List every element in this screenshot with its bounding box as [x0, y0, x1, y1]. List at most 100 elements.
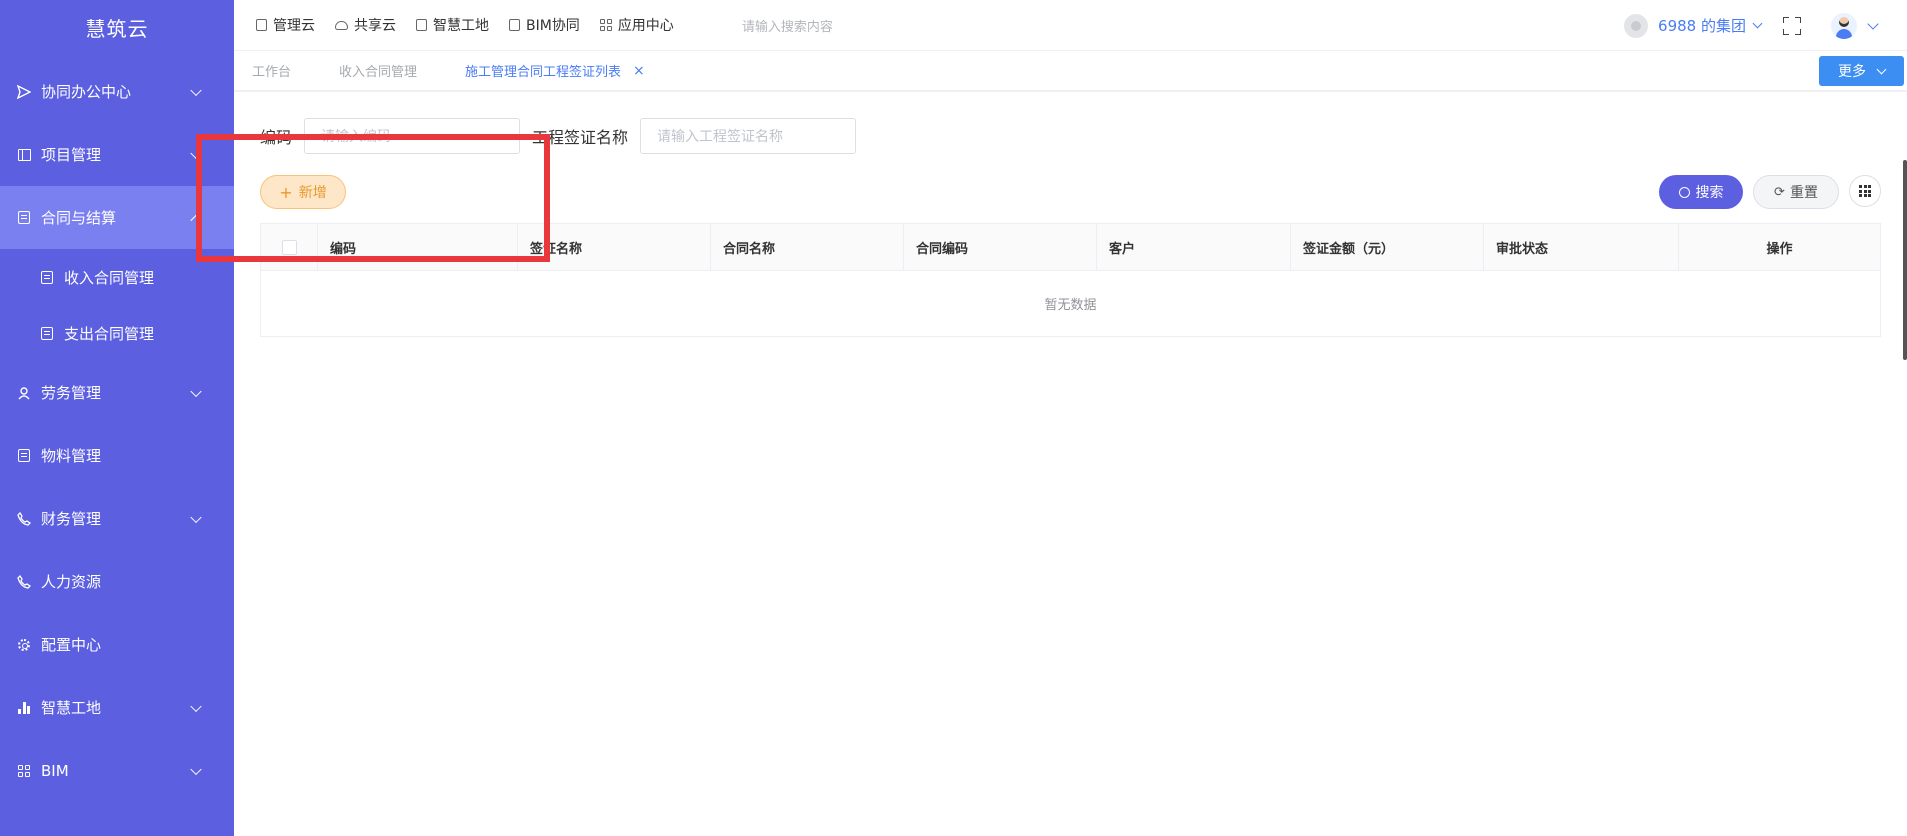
column-header-visa-name[interactable]: 签证名称 [518, 224, 711, 270]
sidebar-item-label: 协同办公中心 [41, 83, 132, 101]
topnav-item-label: 管理云 [273, 18, 315, 34]
sidebar-item-contract-settlement[interactable]: 合同与结算 [0, 186, 234, 249]
send-icon [16, 84, 32, 100]
top-nav: 管理云 共享云 智慧工地 BIM协同 应用中心 请输入搜索内容 [234, 15, 833, 35]
edit-doc-icon [16, 210, 32, 226]
phone-icon [16, 574, 32, 590]
sidebar: 慧筑云 协同办公中心 项目管理 合同与结算 收入合同管理 支出合同管理 劳务管理… [0, 0, 234, 836]
column-header-approval-status[interactable]: 审批状态 [1484, 224, 1679, 270]
close-icon[interactable]: × [633, 63, 645, 79]
sidebar-item-label: 智慧工地 [41, 699, 102, 717]
gear-icon [16, 637, 32, 653]
sidebar-item-label: 人力资源 [41, 573, 102, 591]
add-button[interactable]: + 新增 [260, 175, 346, 209]
edit-doc-icon [40, 326, 54, 340]
add-button-label: 新增 [298, 185, 327, 201]
sidebar-item-label: 配置中心 [41, 636, 102, 654]
chevron-down-icon [190, 147, 202, 159]
sidebar-item-label: 项目管理 [41, 146, 102, 164]
code-label: 编码 [260, 128, 293, 147]
plus-icon: + [279, 182, 293, 202]
code-input[interactable]: 请输入编码 [304, 118, 521, 154]
tab-label: 工作台 [252, 65, 292, 80]
column-header-customer[interactable]: 客户 [1097, 224, 1291, 270]
topnav-item-management-cloud[interactable]: 管理云 [256, 15, 315, 35]
sidebar-item-hr[interactable]: 人力资源 [0, 550, 234, 613]
tab-visa-list[interactable]: 施工管理合同工程签证列表 × [447, 61, 663, 81]
topnav-item-label: 应用中心 [617, 18, 674, 34]
app-root: 慧筑云 协同办公中心 项目管理 合同与结算 收入合同管理 支出合同管理 劳务管理… [0, 0, 1907, 836]
sidebar-item-label: 劳务管理 [41, 384, 102, 402]
sidebar-item-label: 财务管理 [41, 510, 102, 528]
search-icon [1678, 186, 1690, 198]
column-header-contract-name[interactable]: 合同名称 [711, 224, 904, 270]
tab-income-contract[interactable]: 收入合同管理 [321, 61, 435, 80]
chevron-down-icon [190, 385, 202, 397]
topnav-item-label: 共享云 [354, 18, 396, 34]
select-all-cell [261, 224, 318, 270]
topnav-item-app-center[interactable]: 应用中心 [599, 15, 674, 35]
sidebar-item-smart-site[interactable]: 智慧工地 [0, 676, 234, 739]
chevron-down-icon [1752, 18, 1763, 29]
global-search-input[interactable]: 请输入搜索内容 [742, 16, 833, 35]
tab-label: 收入合同管理 [339, 65, 418, 80]
chevron-down-icon [190, 700, 202, 712]
sidebar-item-labor[interactable]: 劳务管理 [0, 361, 234, 424]
table-empty-state: 暂无数据 [1044, 298, 1097, 313]
visa-name-input[interactable]: 请输入工程签证名称 [640, 118, 857, 154]
chevron-down-icon[interactable] [1867, 17, 1879, 30]
chevron-down-icon [1876, 64, 1887, 74]
page-tabs: 工作台 收入合同管理 施工管理合同工程签证列表 × 更多 [234, 51, 1907, 92]
visa-table: 编码 签证名称 合同名称 合同编码 客户 签证金额（元） 审批状态 操作 暂无数… [260, 223, 1881, 337]
column-settings-button[interactable] [1849, 175, 1881, 207]
sidebar-item-label: 物料管理 [41, 447, 102, 465]
org-switcher[interactable]: 6988 的集团 [1624, 13, 1763, 38]
top-right-tools: 6988 的集团 [1624, 0, 1907, 51]
fullscreen-icon[interactable] [1783, 16, 1801, 35]
chevron-down-icon [190, 763, 202, 775]
edit-doc-icon [40, 270, 54, 284]
sidebar-item-bim[interactable]: BIM [0, 739, 234, 802]
search-button-label: 搜索 [1695, 185, 1724, 201]
table-header: 编码 签证名称 合同名称 合同编码 客户 签证金额（元） 审批状态 操作 [261, 224, 1880, 271]
sidebar-item-project[interactable]: 项目管理 [0, 123, 234, 186]
sidebar-item-config[interactable]: 配置中心 [0, 613, 234, 676]
select-all-checkbox[interactable] [281, 239, 297, 255]
topnav-item-bim-collab[interactable]: BIM协同 [509, 15, 580, 35]
sidebar-subitem-label: 支出合同管理 [64, 324, 155, 343]
search-button[interactable]: 搜索 [1659, 175, 1743, 209]
org-name: 6988 的集团 [1658, 17, 1746, 35]
sidebar-item-label: 合同与结算 [41, 209, 117, 227]
sidebar-item-label: BIM [41, 761, 69, 780]
sidebar-subitem-income-contract[interactable]: 收入合同管理 [0, 249, 234, 305]
visa-name-label: 工程签证名称 [532, 128, 629, 147]
topnav-item-smart-site[interactable]: 智慧工地 [416, 15, 489, 35]
topnav-item-label: BIM协同 [526, 18, 580, 34]
more-button-label: 更多 [1838, 64, 1866, 80]
filter-bar: 编码 请输入编码 工程签证名称 请输入工程签证名称 [260, 118, 868, 154]
reset-button-label: 重置 [1789, 185, 1818, 201]
column-header-visa-amount[interactable]: 签证金额（元） [1291, 224, 1484, 270]
column-header-actions: 操作 [1766, 241, 1793, 257]
avatar[interactable] [1831, 12, 1857, 39]
chevron-down-icon [190, 511, 202, 523]
column-header-contract-code[interactable]: 合同编码 [904, 224, 1097, 270]
refresh-icon: ⟳ [1774, 184, 1785, 200]
sidebar-item-material[interactable]: 物料管理 [0, 424, 234, 487]
topnav-item-shared-cloud[interactable]: 共享云 [335, 15, 396, 35]
worker-icon [16, 385, 32, 401]
sidebar-item-finance[interactable]: 财务管理 [0, 487, 234, 550]
column-header-code[interactable]: 编码 [318, 224, 518, 270]
chevron-up-icon [190, 214, 202, 226]
sidebar-item-collab-office[interactable]: 协同办公中心 [0, 60, 234, 123]
grid-icon [16, 763, 32, 779]
more-button[interactable]: 更多 [1819, 56, 1904, 86]
sidebar-subitem-expense-contract[interactable]: 支出合同管理 [0, 305, 234, 361]
sidebar-subitem-label: 收入合同管理 [64, 268, 155, 287]
cloud-icon [335, 20, 348, 30]
tab-workbench[interactable]: 工作台 [234, 61, 309, 80]
book-icon [16, 147, 32, 163]
scrollbar-handle[interactable] [1903, 160, 1907, 360]
reset-button[interactable]: ⟳ 重置 [1753, 175, 1839, 209]
edit-doc-icon [16, 448, 32, 464]
